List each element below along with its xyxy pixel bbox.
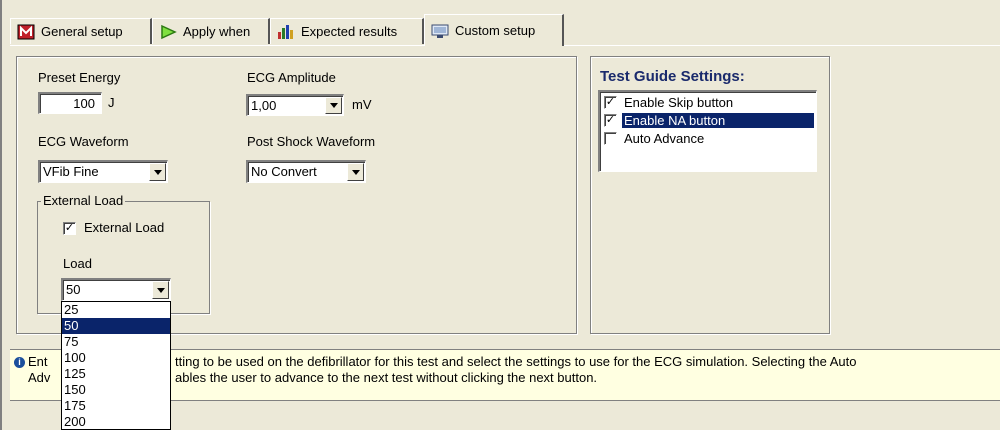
preset-energy-value: 100 xyxy=(73,96,95,111)
chevron-down-icon[interactable] xyxy=(152,281,169,299)
chevron-down-icon[interactable] xyxy=(347,163,364,181)
tab-general-setup[interactable]: General setup xyxy=(10,18,152,44)
load-dropdown-list[interactable]: 25 50 75 100 125 150 175 200 xyxy=(61,301,171,430)
chevron-down-icon[interactable] xyxy=(325,97,342,114)
dropdown-option[interactable]: 75 xyxy=(62,334,170,350)
general-setup-icon xyxy=(17,24,35,40)
post-shock-select[interactable]: No Convert xyxy=(246,160,366,183)
enable-na-checkbox[interactable]: ✓ xyxy=(604,114,617,127)
external-load-checkbox-label: External Load xyxy=(84,220,165,235)
play-arrow-icon xyxy=(159,24,177,40)
chevron-down-icon[interactable] xyxy=(149,163,166,181)
tab-label: Expected results xyxy=(301,24,398,39)
dropdown-option[interactable]: 175 xyxy=(62,398,170,414)
info-text-line1-start: Ent xyxy=(28,354,48,369)
tab-label: Custom setup xyxy=(455,23,536,38)
list-item[interactable]: ✓ Enable Skip button xyxy=(602,94,814,111)
ecg-waveform-value: VFib Fine xyxy=(43,164,99,179)
tab-expected-results[interactable]: Expected results xyxy=(270,18,424,44)
list-item[interactable]: ✓ Enable NA button xyxy=(602,112,814,129)
monitor-icon xyxy=(431,23,449,39)
dropdown-option[interactable]: 125 xyxy=(62,366,170,382)
tab-apply-when[interactable]: Apply when xyxy=(152,18,270,44)
info-text-line2: ables the user to advance to the next te… xyxy=(175,370,598,385)
list-item-label: Enable Skip button xyxy=(624,95,734,110)
dropdown-option[interactable]: 150 xyxy=(62,382,170,398)
load-select[interactable]: 50 xyxy=(61,278,171,301)
load-label: Load xyxy=(63,256,92,271)
ecg-amplitude-value: 1,00 xyxy=(251,98,277,113)
ecg-amplitude-unit: mV xyxy=(352,97,372,112)
list-item-label: Enable NA button xyxy=(622,113,814,128)
tab-label: General setup xyxy=(41,24,123,39)
info-icon: i xyxy=(14,357,25,368)
preset-energy-input[interactable]: 100 xyxy=(38,92,102,114)
tab-custom-setup[interactable]: Custom setup xyxy=(424,14,564,46)
load-value: 50 xyxy=(66,282,81,297)
dropdown-option[interactable]: 200 xyxy=(62,414,170,429)
test-guide-title: Test Guide Settings: xyxy=(600,68,745,85)
preset-energy-label: Preset Energy xyxy=(38,70,121,85)
ecg-waveform-label: ECG Waveform xyxy=(38,134,129,149)
tab-label: Apply when xyxy=(183,24,251,39)
bar-chart-icon xyxy=(277,24,295,40)
preset-energy-unit: J xyxy=(108,95,115,110)
post-shock-label: Post Shock Waveform xyxy=(247,134,376,149)
post-shock-value: No Convert xyxy=(251,164,317,179)
ecg-waveform-select[interactable]: VFib Fine xyxy=(38,160,168,183)
ecg-amplitude-label: ECG Amplitude xyxy=(247,70,336,85)
list-item[interactable]: Auto Advance xyxy=(602,130,814,147)
list-item-label: Auto Advance xyxy=(624,131,705,146)
auto-advance-checkbox[interactable] xyxy=(604,132,617,145)
info-text-line2-start: Adv xyxy=(28,370,51,385)
enable-skip-checkbox[interactable]: ✓ xyxy=(604,96,617,109)
ecg-amplitude-select[interactable]: 1,00 xyxy=(246,94,344,116)
dropdown-option[interactable]: 100 xyxy=(62,350,170,366)
info-text-line1: tting to be used on the defibrillator fo… xyxy=(175,354,857,369)
dropdown-option[interactable]: 50 xyxy=(62,318,170,334)
test-guide-list[interactable]: ✓ Enable Skip button ✓ Enable NA button … xyxy=(598,90,817,172)
external-load-group-title: External Load xyxy=(41,193,126,208)
external-load-checkbox[interactable]: ✓ xyxy=(63,222,76,235)
dropdown-option[interactable]: 25 xyxy=(62,302,170,318)
